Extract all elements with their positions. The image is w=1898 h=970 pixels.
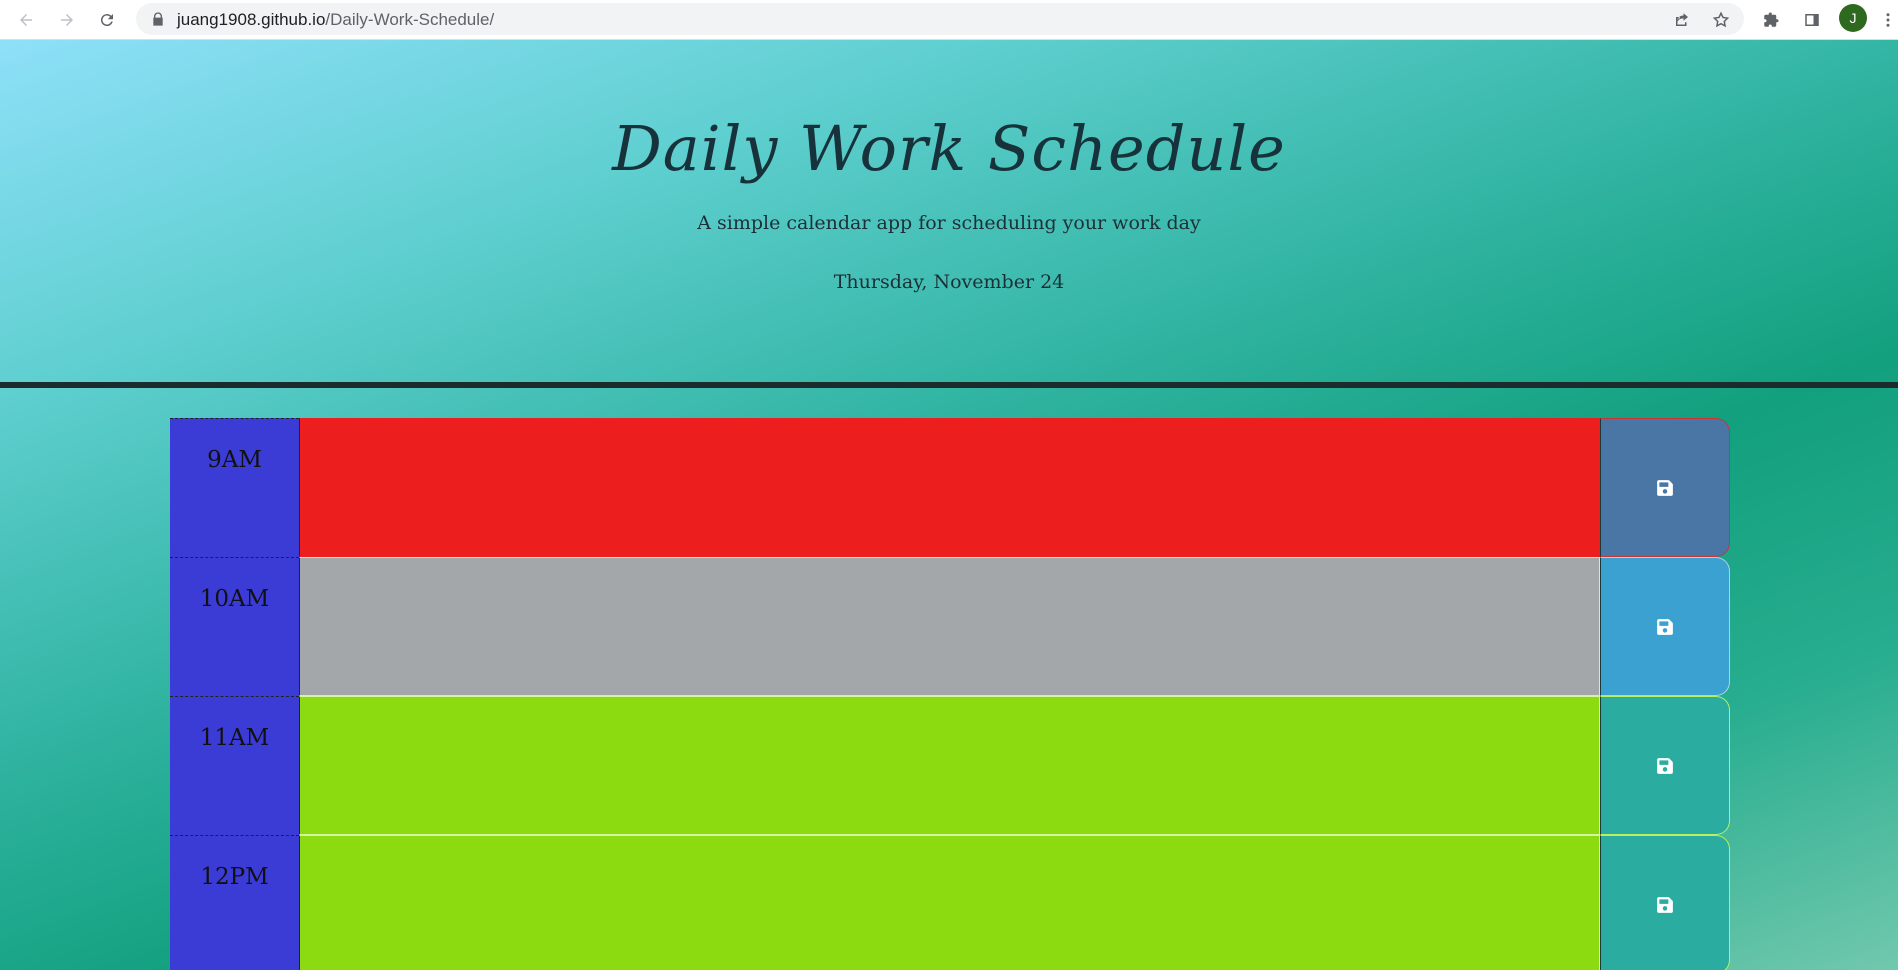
- header-divider: [0, 382, 1898, 388]
- back-icon[interactable]: [12, 6, 40, 34]
- address-bar[interactable]: juang1908.github.io/Daily-Work-Schedule/: [136, 3, 1744, 35]
- forward-icon[interactable]: [53, 6, 81, 34]
- description-input[interactable]: [299, 418, 1600, 557]
- page-title: Daily Work Schedule: [612, 112, 1286, 185]
- browser-toolbar: juang1908.github.io/Daily-Work-Schedule/…: [0, 0, 1898, 40]
- save-icon: [1657, 618, 1673, 635]
- description-input[interactable]: [299, 696, 1600, 835]
- time-block-row: 11AM: [170, 696, 1730, 835]
- hour-label: 9AM: [170, 418, 299, 557]
- current-day: Thursday, November 24: [833, 271, 1065, 293]
- save-icon: [1657, 479, 1673, 496]
- save-icon: [1657, 757, 1673, 774]
- header: Daily Work Schedule A simple calendar ap…: [0, 40, 1898, 380]
- extensions-icon[interactable]: [1757, 6, 1785, 34]
- schedule-container: 9AM 10AM 11AM 12PM: [170, 418, 1730, 970]
- avatar[interactable]: J: [1839, 4, 1867, 32]
- save-icon: [1657, 896, 1673, 913]
- url-text: juang1908.github.io/Daily-Work-Schedule/: [177, 10, 495, 29]
- share-icon[interactable]: [1668, 6, 1696, 34]
- bookmark-star-icon[interactable]: [1707, 6, 1735, 34]
- save-button[interactable]: [1600, 557, 1730, 696]
- description-input[interactable]: [299, 557, 1600, 696]
- save-button[interactable]: [1600, 418, 1730, 557]
- reload-icon[interactable]: [93, 6, 121, 34]
- hour-label: 10AM: [170, 557, 299, 696]
- hour-label: 12PM: [170, 835, 299, 970]
- time-block-row: 12PM: [170, 835, 1730, 970]
- time-block-row: 10AM: [170, 557, 1730, 696]
- page-content: Daily Work Schedule A simple calendar ap…: [0, 40, 1898, 970]
- hour-label: 11AM: [170, 696, 299, 835]
- menu-kebab-icon[interactable]: [1880, 6, 1896, 34]
- side-panel-icon[interactable]: [1798, 6, 1826, 34]
- page-lead: A simple calendar app for scheduling you…: [697, 212, 1201, 234]
- description-input[interactable]: [299, 835, 1600, 970]
- lock-icon: [153, 12, 163, 26]
- save-button[interactable]: [1600, 835, 1730, 970]
- time-block-row: 9AM: [170, 418, 1730, 557]
- save-button[interactable]: [1600, 696, 1730, 835]
